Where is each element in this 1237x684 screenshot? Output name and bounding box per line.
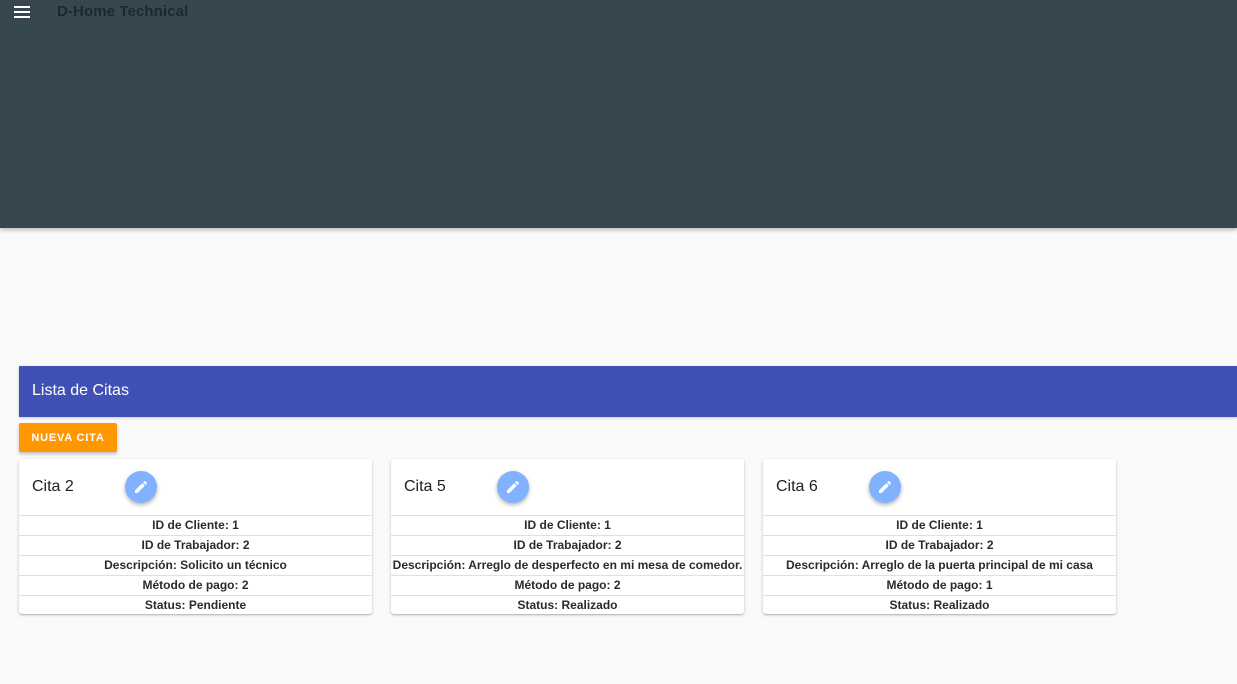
edit-button[interactable] [125,471,157,503]
section-title: Lista de Citas [32,382,129,399]
description-row: Descripción: Arreglo de desperfecto en m… [391,555,744,575]
edit-button[interactable] [869,471,901,503]
payment-method-row: Método de pago: 1 [763,575,1116,595]
card-header: Cita 2 [19,459,372,515]
client-id-row: ID de Cliente: 1 [19,515,372,535]
appointment-card: Cita 5 ID de Cliente: 1 ID de Trabajador… [391,459,744,614]
pencil-icon [507,480,520,493]
description-row: Descripción: Solicito un técnico [19,555,372,575]
card-header: Cita 5 [391,459,744,515]
worker-id-row: ID de Trabajador: 2 [391,535,744,555]
section-header: Lista de Citas [19,366,1237,417]
client-id-row: ID de Cliente: 1 [391,515,744,535]
app-title: D-Home Technical [57,3,189,20]
appointment-card: Cita 6 ID de Cliente: 1 ID de Trabajador… [763,459,1116,614]
worker-id-row: ID de Trabajador: 2 [19,535,372,555]
client-id-row: ID de Cliente: 1 [763,515,1116,535]
status-row: Status: Pendiente [19,595,372,614]
card-title: Cita 6 [776,478,818,495]
card-header: Cita 6 [763,459,1116,515]
status-row: Status: Realizado [391,595,744,614]
card-title: Cita 2 [32,478,74,495]
edit-button[interactable] [497,471,529,503]
pencil-icon [879,480,892,493]
payment-method-row: Método de pago: 2 [19,575,372,595]
app-toolbar: D-Home Technical [0,0,1237,228]
payment-method-row: Método de pago: 2 [391,575,744,595]
status-row: Status: Realizado [763,595,1116,614]
menu-icon[interactable] [12,3,32,21]
appointment-card: Cita 2 ID de Cliente: 1 ID de Trabajador… [19,459,372,614]
new-appointment-button[interactable]: Nueva Cita [19,423,117,452]
card-title: Cita 5 [404,478,446,495]
description-row: Descripción: Arreglo de la puerta princi… [763,555,1116,575]
pencil-icon [135,480,148,493]
worker-id-row: ID de Trabajador: 2 [763,535,1116,555]
